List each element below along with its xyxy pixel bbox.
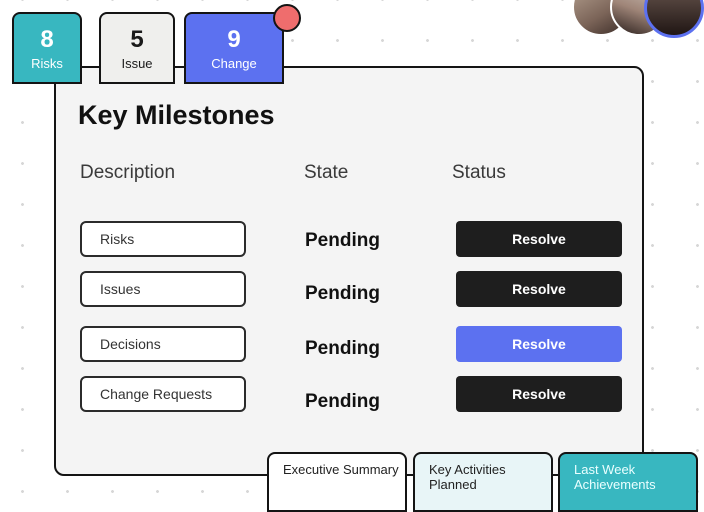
description-decisions[interactable]: Decisions <box>80 326 246 362</box>
issue-count: 5 <box>130 26 144 53</box>
resolve-change-requests-button[interactable]: Resolve <box>456 376 622 412</box>
resolve-issues-button[interactable]: Resolve <box>456 271 622 307</box>
tab-executive-summary[interactable]: Executive Summary <box>267 452 407 512</box>
change-count: 9 <box>227 26 241 53</box>
state-change-requests: Pending <box>305 391 380 412</box>
state-risks: Pending <box>305 230 380 251</box>
description-issues[interactable]: Issues <box>80 271 246 307</box>
resolve-decisions-button[interactable]: Resolve <box>456 326 622 362</box>
key-milestones-card: Key Milestones Description State Status … <box>54 66 644 476</box>
description-risks[interactable]: Risks <box>80 221 246 257</box>
resolve-risks-button[interactable]: Resolve <box>456 221 622 257</box>
change-counter-label: Change <box>211 56 257 71</box>
risks-count: 8 <box>40 26 54 53</box>
state-column-header: State <box>304 162 349 183</box>
card-title: Key Milestones <box>78 100 275 130</box>
status-column-header: Status <box>452 162 506 183</box>
risks-counter-tab[interactable]: 8 Risks <box>12 12 82 84</box>
tab-key-activities-planned[interactable]: Key Activities Planned <box>413 452 553 512</box>
change-counter-tab[interactable]: 9 Change <box>184 12 284 84</box>
notification-dot <box>273 4 301 32</box>
avatar-group[interactable] <box>566 0 704 38</box>
tab-last-week-achievements[interactable]: Last Week Achievements <box>558 452 698 512</box>
description-change-requests[interactable]: Change Requests <box>80 376 246 412</box>
state-decisions: Pending <box>305 338 380 359</box>
state-issues: Pending <box>305 283 380 304</box>
description-column-header: Description <box>80 162 176 183</box>
issue-counter-tab[interactable]: 5 Issue <box>99 12 175 84</box>
issue-counter-label: Issue <box>121 56 153 71</box>
risks-counter-label: Risks <box>31 56 63 71</box>
